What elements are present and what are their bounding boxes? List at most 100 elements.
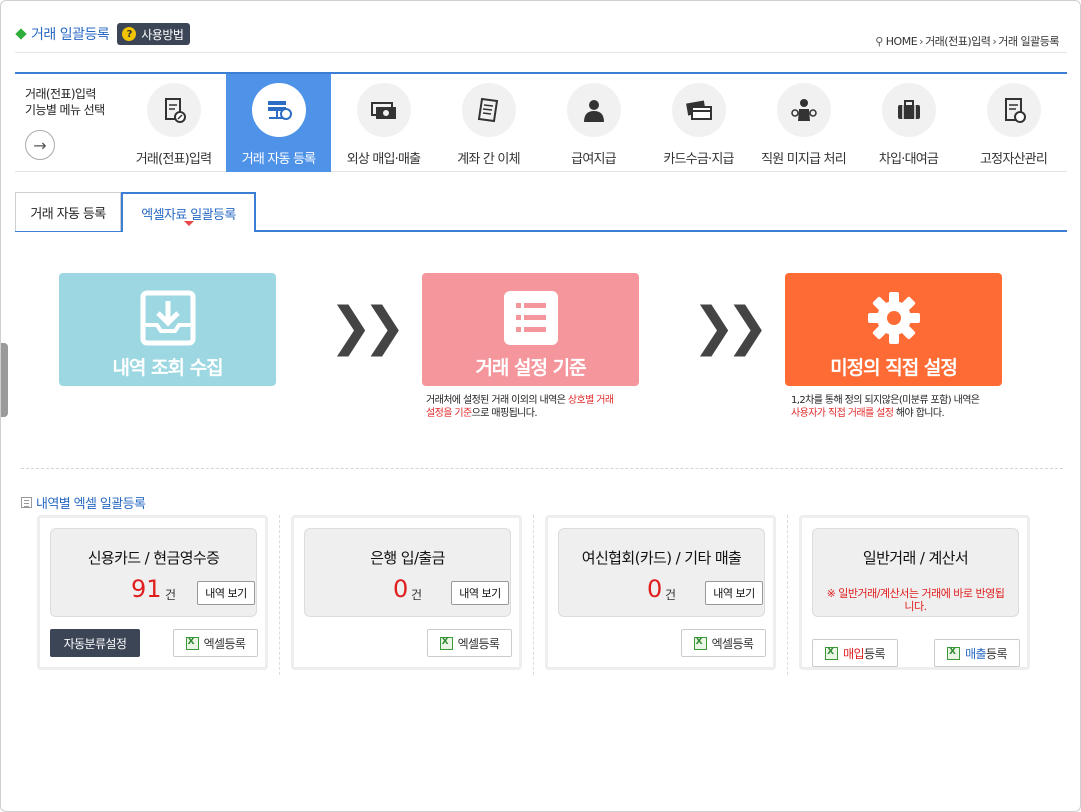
menu-item-label: 외상 매입·매출	[346, 152, 421, 167]
step-criteria: 거래 설정 기준	[422, 273, 639, 386]
card-general-invoice: 일반거래 / 계산서 ※ 일반거래/계산서는 거래에 바로 반영됩니다. 매입등…	[799, 515, 1030, 670]
menu-item-voucher[interactable]: 거래(전표)입력	[121, 74, 226, 172]
card-title: 신용카드 / 현금영수증	[87, 549, 220, 567]
excel-icon	[825, 646, 839, 660]
menu-label: 거래(전표)입력 기능별 메뉴 선택	[25, 86, 105, 118]
tab-bar: 거래 자동 등록 엑셀자료 일괄등록	[15, 192, 1067, 232]
excel-register-button[interactable]: 엑셀등록	[427, 629, 512, 657]
card-summary: 신용카드 / 현금영수증 91 건 내역 보기	[50, 528, 257, 617]
menu-item-salary[interactable]: 급여지급	[541, 74, 646, 172]
card-summary: 일반거래 / 계산서 ※ 일반거래/계산서는 거래에 바로 반영됩니다.	[812, 528, 1019, 617]
employee-money-icon	[776, 83, 831, 137]
title-group: 거래 일괄등록 ? 사용방법	[15, 23, 191, 45]
gear-icon	[868, 292, 920, 344]
question-icon: ?	[122, 27, 137, 41]
menu-item-label: 계좌 간 이체	[457, 152, 520, 167]
excel-register-label: 엑셀등록	[711, 636, 754, 651]
help-label: 사용방법	[141, 27, 184, 42]
breadcrumb-current: 거래 일괄등록	[998, 35, 1059, 48]
menu-item-auto-register[interactable]: 거래 자동 등록	[226, 74, 331, 172]
register-label: 등록	[986, 646, 1007, 661]
menu-label-line1: 거래(전표)입력	[25, 87, 96, 101]
menu-item-employee[interactable]: 직원 미지급 처리	[751, 74, 856, 172]
double-chevron-icon: ❯❯	[692, 297, 769, 357]
menu-item-label: 직원 미지급 처리	[761, 152, 847, 167]
view-details-button[interactable]: 내역 보기	[705, 581, 763, 605]
menu-item-credit[interactable]: 외상 매입·매출	[331, 74, 436, 172]
section-title-text: 내역별 엑셀 일괄등록	[36, 497, 146, 512]
card-title: 여신협회(카드) / 기타 매출	[581, 549, 742, 567]
card-title: 은행 입/출금	[370, 549, 445, 567]
double-chevron-icon: ❯❯	[329, 297, 406, 357]
menu-item-label: 거래(전표)입력	[135, 152, 212, 167]
person-icon	[566, 83, 621, 137]
step-manual: 미정의 직접 설정	[785, 273, 1002, 386]
excel-register-button[interactable]: 엑셀등록	[681, 629, 766, 657]
window: 거래 일괄등록 ? 사용방법 ⚲ HOME › 거래(전표)입력 › 거래 일괄…	[0, 0, 1081, 812]
page-title: 거래 일괄등록	[31, 27, 110, 43]
breadcrumb-item[interactable]: 거래(전표)입력	[925, 33, 991, 49]
desc-text: 거래처에 설정된 거래 이외의 내역은	[426, 395, 568, 406]
card-summary: 은행 입/출금 0 건 내역 보기	[304, 528, 511, 617]
help-button[interactable]: ? 사용방법	[117, 23, 191, 45]
auto-classify-button[interactable]: 자동분류설정	[50, 629, 140, 657]
notice-text: ※ 일반거래/계산서는 거래에 바로 반영됩니다.	[826, 587, 1005, 613]
menu-item-label: 고정자산관리	[980, 152, 1048, 167]
menu-item-label: 차입·대여금	[878, 152, 939, 167]
location-pin-icon: ⚲	[875, 34, 883, 48]
money-icon	[356, 83, 411, 137]
menu-label-line2: 기능별 메뉴 선택	[25, 103, 105, 117]
tab-excel-bulk[interactable]: 엑셀자료 일괄등록	[121, 192, 256, 232]
card-divider	[787, 515, 788, 675]
menu-item-label: 카드수금·지급	[663, 152, 734, 167]
card-summary: 여신협회(카드) / 기타 매출 0 건 내역 보기	[558, 528, 765, 617]
desc-text: 1,2차를 통해 정의 되지않은(미분류 포함) 내역은	[791, 395, 980, 406]
breadcrumb-home[interactable]: HOME	[886, 35, 918, 48]
menu-item-transfer[interactable]: 계좌 간 이체	[436, 74, 541, 172]
menu-item-loan[interactable]: 차입·대여금	[856, 74, 961, 172]
step-manual-label: 미정의 직접 설정	[830, 357, 958, 379]
briefcase-icon	[881, 83, 936, 137]
desc-text: 해야 합니다.	[893, 408, 945, 419]
step-collect: 내역 조회 수집	[59, 273, 276, 386]
inbox-download-icon	[140, 290, 196, 346]
chevron-right-icon: ›	[919, 34, 924, 48]
count-unit: 건	[165, 588, 177, 602]
purchase-register-button[interactable]: 매입등록	[812, 639, 898, 667]
card-title: 일반거래 / 계산서	[862, 549, 969, 567]
step-manual-description: 1,2차를 통해 정의 되지않은(미분류 포함) 내역은 사용자가 직접 거래를…	[791, 394, 980, 420]
card-divider	[279, 515, 280, 675]
menu-item-label: 급여지급	[571, 152, 616, 167]
document-edit-icon	[146, 83, 201, 137]
record-count: 0	[393, 575, 409, 603]
view-details-button[interactable]: 내역 보기	[451, 581, 509, 605]
side-handle[interactable]	[1, 343, 8, 417]
record-count: 0	[647, 575, 663, 603]
excel-icon	[185, 636, 199, 650]
desc-highlight: 상호별 거래	[567, 395, 614, 406]
arrow-right-button[interactable]: →	[25, 130, 55, 160]
view-details-button[interactable]: 내역 보기	[197, 581, 255, 605]
menu-item-card[interactable]: 카드수금·지급	[646, 74, 751, 172]
chevron-right-icon: ›	[992, 34, 997, 48]
list-box-icon	[21, 497, 32, 508]
sales-register-button[interactable]: 매출등록	[934, 639, 1020, 667]
sales-label: 매출	[965, 646, 986, 661]
section-title: 내역별 엑셀 일괄등록	[21, 493, 146, 512]
excel-register-button[interactable]: 엑셀등록	[173, 629, 258, 657]
desc-text: 으로 매핑됩니다.	[471, 408, 538, 419]
step-collect-label: 내역 조회 수집	[112, 357, 223, 379]
menu-item-asset[interactable]: 고정자산관리	[961, 74, 1066, 172]
excel-register-label: 엑셀등록	[203, 636, 246, 651]
function-menu: 거래(전표)입력 기능별 메뉴 선택 → 거래(전표)입력 거래 자동 등록 외…	[15, 72, 1067, 172]
card-credit-card: 신용카드 / 현금영수증 91 건 내역 보기 자동분류설정 엑셀등록	[37, 515, 268, 670]
receipt-icon	[461, 83, 516, 137]
excel-register-label: 엑셀등록	[457, 636, 500, 651]
card-divider	[533, 515, 534, 675]
cards-icon	[671, 83, 726, 137]
list-icon	[504, 291, 558, 345]
menu-item-label: 거래 자동 등록	[241, 152, 316, 167]
card-bank: 은행 입/출금 0 건 내역 보기 엑셀등록	[291, 515, 522, 670]
tab-auto-register[interactable]: 거래 자동 등록	[15, 192, 121, 231]
step-criteria-description: 거래처에 설정된 거래 이외의 내역은 상호별 거래 설정을 기준으로 매핑됩니…	[426, 394, 614, 420]
